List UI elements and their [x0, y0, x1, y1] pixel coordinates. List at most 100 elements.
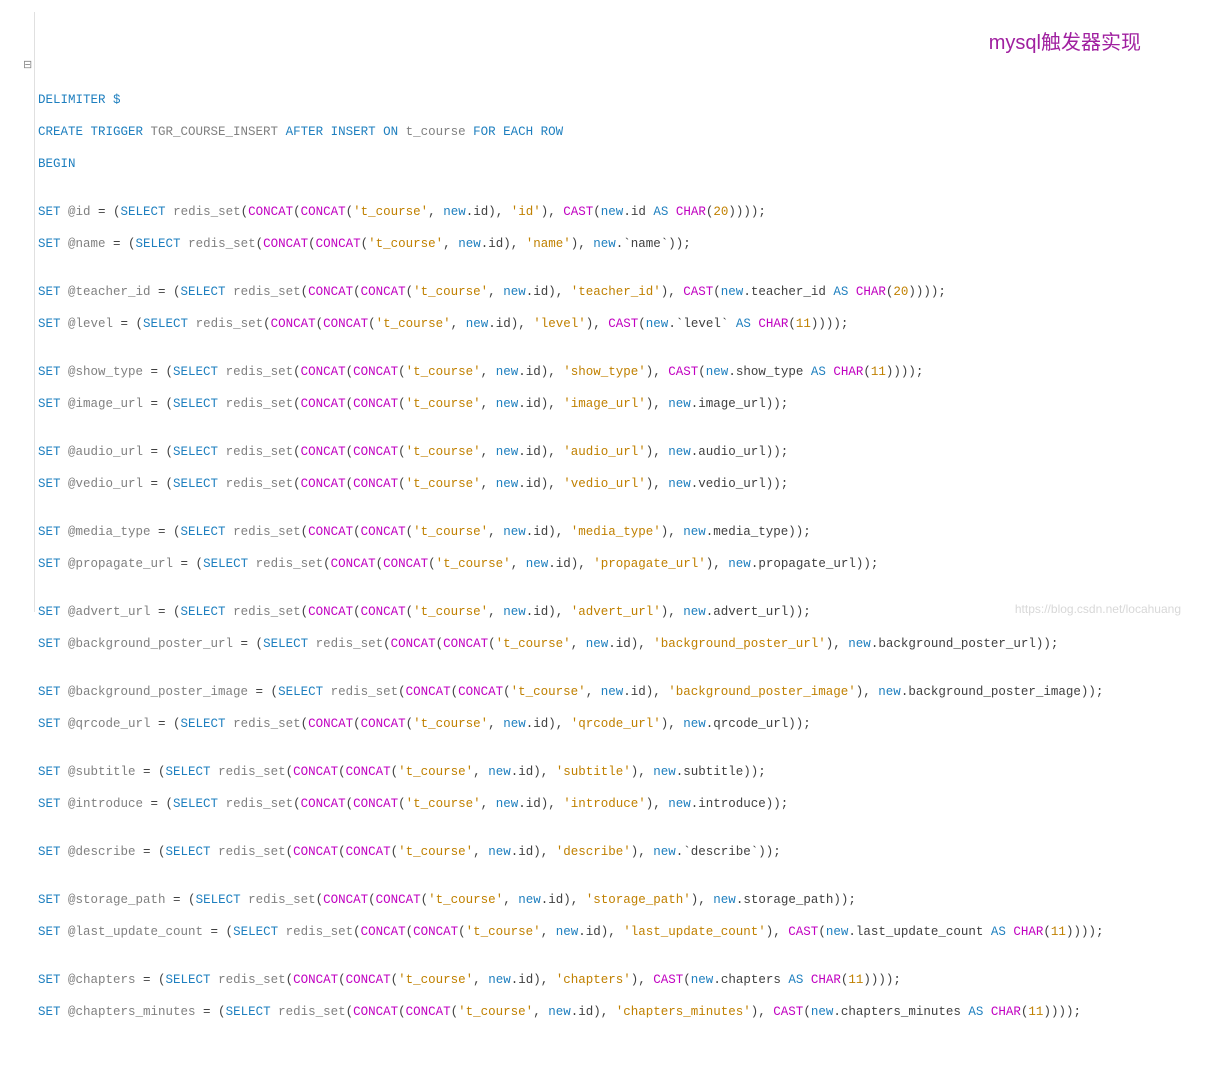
- code-text: .id: [526, 285, 549, 299]
- code-text: CHAR: [1013, 925, 1043, 939]
- code-text: CONCAT: [443, 637, 488, 651]
- code-text: 'describe': [556, 845, 631, 859]
- code-text: CONCAT: [293, 845, 338, 859]
- code-text: .id: [608, 637, 631, 651]
- code-text: new: [488, 973, 511, 987]
- code-text: .background_poster_image: [901, 685, 1081, 699]
- code-text: .teacher_id: [743, 285, 826, 299]
- code-block: DELIMITER $ CREATE TRIGGER TGR_COURSE_IN…: [38, 76, 1103, 1052]
- code-text: @background_poster_url: [68, 637, 233, 651]
- code-text: new: [683, 717, 706, 731]
- code-text: SET: [38, 893, 68, 907]
- code-text: @audio_url: [68, 445, 143, 459]
- code-text: CONCAT: [353, 797, 398, 811]
- code-text: CONCAT: [353, 397, 398, 411]
- code-text: .id: [518, 445, 541, 459]
- code-text: .introduce: [691, 797, 766, 811]
- code-text: 't_course': [353, 205, 428, 219]
- code-text: new: [728, 557, 751, 571]
- code-text: new: [668, 797, 691, 811]
- code-text: .id: [518, 397, 541, 411]
- code-text: CONCAT: [353, 445, 398, 459]
- code-text: 't_course': [511, 685, 586, 699]
- code-text: SELECT: [278, 685, 331, 699]
- code-text: 'name': [526, 237, 571, 251]
- code-text: 'id': [511, 205, 541, 219]
- code-text: 'show_type': [563, 365, 646, 379]
- code-text: SELECT: [121, 205, 174, 219]
- code-text: .id: [571, 1005, 594, 1019]
- code-text: 't_course': [406, 477, 481, 491]
- code-text: 'chapters': [556, 973, 631, 987]
- code-text: .id: [623, 685, 646, 699]
- code-text: 'qrcode_url': [571, 717, 661, 731]
- code-text: .chapters_minutes: [833, 1005, 961, 1019]
- code-text: .id: [518, 797, 541, 811]
- code-text: CONCAT: [323, 893, 368, 907]
- code-text: .`level`: [668, 317, 728, 331]
- code-text: 't_course': [398, 765, 473, 779]
- code-text: 'last_update_count': [623, 925, 766, 939]
- code-text: SET: [38, 397, 68, 411]
- code-text: 't_course': [466, 925, 541, 939]
- code-text: CONCAT: [331, 557, 376, 571]
- code-text: 't_course': [413, 605, 488, 619]
- code-text: CONCAT: [301, 797, 346, 811]
- code-text: 't_course': [458, 1005, 533, 1019]
- code-text: redis_set: [226, 445, 294, 459]
- code-text: .id: [488, 317, 511, 331]
- code-text: CAST: [653, 973, 683, 987]
- code-text: SELECT: [181, 717, 234, 731]
- code-text: 't_course': [428, 893, 503, 907]
- code-text: SELECT: [166, 765, 219, 779]
- code-text: .show_type: [728, 365, 803, 379]
- code-text: CAST: [608, 317, 638, 331]
- code-text: AFTER INSERT ON: [286, 125, 406, 139]
- code-text: .id: [511, 765, 534, 779]
- code-text: CONCAT: [346, 845, 391, 859]
- code-text: new: [496, 477, 519, 491]
- code-text: SELECT: [226, 1005, 279, 1019]
- code-text: SELECT: [143, 317, 196, 331]
- code-text: redis_set: [226, 797, 294, 811]
- code-text: CHAR: [991, 1005, 1021, 1019]
- code-text: new: [488, 845, 511, 859]
- code-text: redis_set: [173, 205, 241, 219]
- code-text: new: [496, 445, 519, 459]
- code-text: 't_course': [413, 717, 488, 731]
- code-text: redis_set: [218, 973, 286, 987]
- code-text: 't_course': [376, 317, 451, 331]
- code-text: SELECT: [173, 365, 226, 379]
- code-text: .id: [518, 365, 541, 379]
- code-text: SET: [38, 1005, 68, 1019]
- code-text: @vedio_url: [68, 477, 143, 491]
- code-text: AS: [728, 317, 758, 331]
- code-text: @background_poster_image: [68, 685, 248, 699]
- code-text: @storage_path: [68, 893, 166, 907]
- code-text: CONCAT: [301, 365, 346, 379]
- code-text: @propagate_url: [68, 557, 173, 571]
- editor-gutter: [10, 12, 35, 612]
- code-text: new: [601, 205, 624, 219]
- code-text: redis_set: [218, 845, 286, 859]
- code-text: @chapters_minutes: [68, 1005, 196, 1019]
- code-text: AS: [826, 285, 856, 299]
- code-text: redis_set: [226, 477, 294, 491]
- code-text: .id: [548, 557, 571, 571]
- code-text: new: [496, 365, 519, 379]
- code-text: SET: [38, 925, 68, 939]
- code-text: .image_url: [691, 397, 766, 411]
- code-text: CONCAT: [353, 477, 398, 491]
- code-text: 'audio_url': [563, 445, 646, 459]
- code-text: new: [668, 477, 691, 491]
- code-text: @show_type: [68, 365, 143, 379]
- code-text: CAST: [668, 365, 698, 379]
- code-text: .chapters: [713, 973, 781, 987]
- code-text: SELECT: [173, 477, 226, 491]
- code-text: SELECT: [181, 525, 234, 539]
- code-text: @name: [68, 237, 106, 251]
- code-text: CONCAT: [406, 685, 451, 699]
- code-text: SET: [38, 205, 68, 219]
- code-text: redis_set: [226, 365, 294, 379]
- code-text: AS: [983, 925, 1013, 939]
